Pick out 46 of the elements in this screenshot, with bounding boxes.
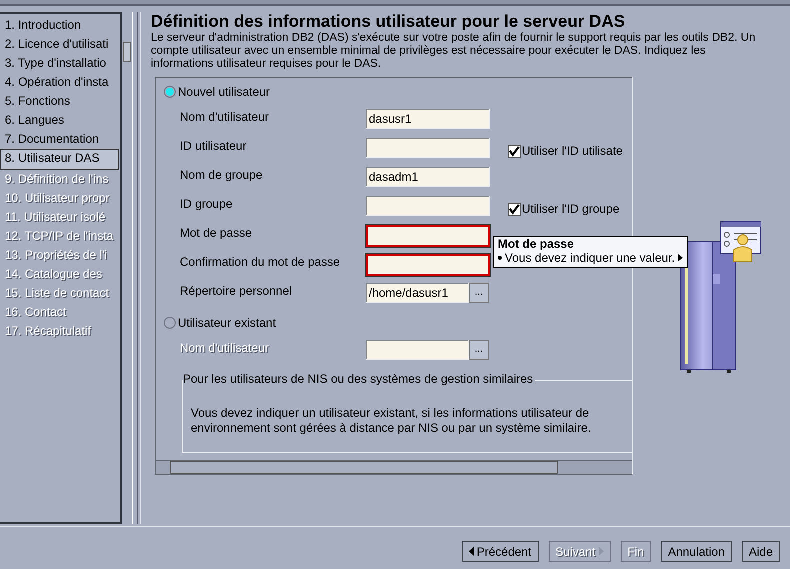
tooltip-title: Mot de passe (498, 238, 576, 251)
field-label: Nom d'utilisateur (180, 340, 270, 355)
field-label: Nom d'utilisateur (180, 109, 270, 124)
info-text: Vous devez indiquer un utilisateur existant, si les informations utilisateur de environnement sont gérées à distance par NIS ou par un système similaire. (191, 406, 592, 436)
radio-label[interactable]: Utilisateur existant (178, 316, 276, 330)
dialog-button[interactable]: Aide (742, 541, 780, 562)
tooltip-message: Vous devez indiquer une valeur. (505, 251, 676, 265)
description: Le serveur d'administration DB2 (DAS) s'exécute sur votre poste afin de fournir le support requis par les outils DB2. Un compte utilisateur avec un ensemble minimal de privilèges est nécessaire pour exécuter le DAS. Indiquez les informations utilisateur requises pour le DAS. (151, 32, 757, 71)
checkbox-label[interactable]: Utiliser l'ID utilisate (522, 144, 623, 158)
step-item[interactable]: 6. Langues (0, 111, 120, 130)
bullet-icon (498, 256, 502, 260)
text-field[interactable]: dasusr1 (366, 109, 490, 129)
step-item[interactable]: 2. Licence d'utilisati (0, 35, 120, 54)
field-label: ID groupe (180, 196, 234, 211)
caret-icon (468, 547, 474, 556)
text-field[interactable] (366, 254, 490, 276)
text-field[interactable]: dasadm1 (366, 167, 490, 187)
step-item[interactable]: 8. Utilisateur DAS (0, 149, 119, 170)
radio-label[interactable]: Nouvel utilisateur (178, 85, 270, 99)
checkbox-label[interactable]: Utiliser l'ID groupe (522, 202, 620, 216)
group-title: Pour les utilisateurs de NIS ou des systèmes de gestion similaires (183, 372, 536, 386)
field-label: ID utilisateur (180, 138, 248, 153)
page-title: Définition des informations utilisateur pour le serveur DAS (151, 12, 626, 32)
step-item[interactable]: 4. Opération d'insta (0, 73, 120, 92)
radio-button[interactable] (164, 86, 176, 98)
arrow-icon (678, 254, 684, 262)
radio-button[interactable] (164, 317, 176, 329)
step-item[interactable]: 1. Introduction (0, 16, 120, 35)
back-button[interactable]: Précédent (462, 541, 539, 562)
text-field[interactable] (366, 196, 490, 216)
step-item[interactable]: 7. Documentation (0, 130, 120, 149)
field-label: Mot de passe (180, 225, 254, 240)
dialog-button[interactable]: Annulation (661, 541, 732, 562)
text-field[interactable] (366, 225, 490, 247)
field-label: Confirmation du mot de passe (180, 254, 342, 269)
field-label: Répertoire personnel (180, 283, 294, 298)
checkbox[interactable] (508, 202, 521, 216)
step-item[interactable]: 3. Type d'installatio (0, 54, 120, 73)
field-label: Nom de groupe (180, 167, 264, 182)
scrollbar[interactable] (156, 460, 632, 474)
checkbox[interactable] (508, 144, 521, 158)
text-field[interactable]: /home/dasusr1 (366, 283, 469, 303)
browse-button[interactable]: ... (469, 283, 489, 303)
caret-icon (598, 547, 604, 556)
step-item[interactable]: 5. Fonctions (0, 92, 120, 111)
text-field[interactable] (366, 138, 490, 158)
